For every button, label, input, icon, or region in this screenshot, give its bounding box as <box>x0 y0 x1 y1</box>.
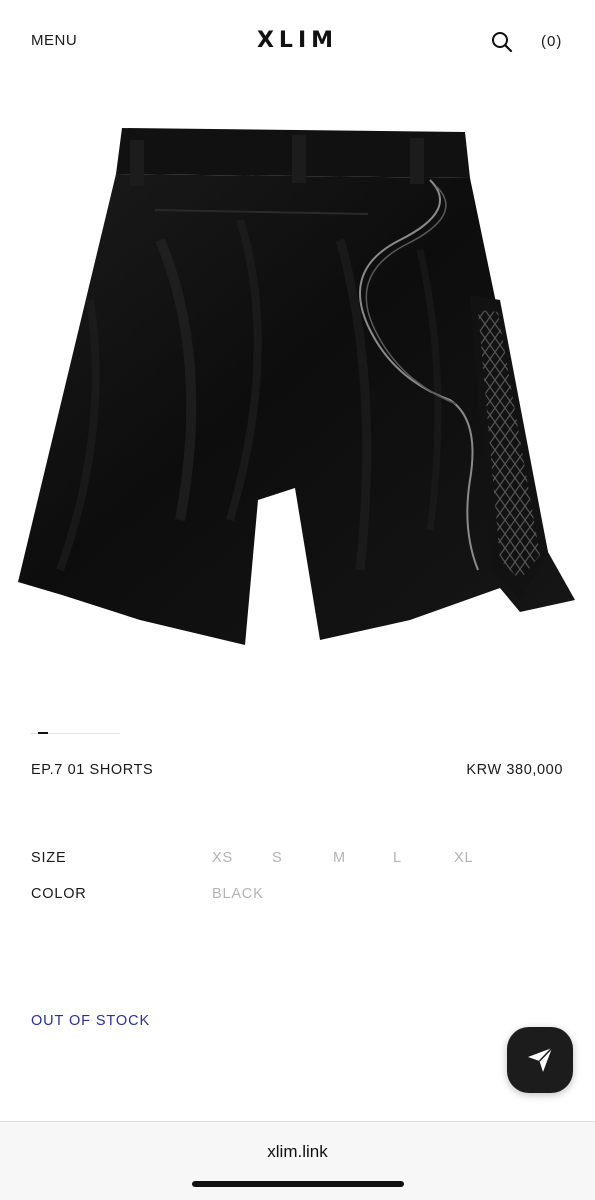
size-option-m[interactable]: M <box>333 850 346 866</box>
product-name: EP.7 01 SHORTS <box>31 762 154 778</box>
search-icon[interactable] <box>490 30 514 54</box>
browser-url-bar[interactable]: xlim.link <box>0 1121 595 1200</box>
url-text[interactable]: xlim.link <box>0 1142 595 1162</box>
product-price: KRW 380,000 <box>466 762 563 778</box>
color-option-black[interactable]: BLACK <box>212 886 264 902</box>
site-header: MENU XLIM (0) <box>0 0 595 80</box>
share-button[interactable] <box>507 1027 573 1093</box>
product-image[interactable] <box>0 100 595 670</box>
stock-status: OUT OF STOCK <box>31 1013 151 1029</box>
image-slider-indicator <box>38 732 48 734</box>
size-option-xl[interactable]: XL <box>454 850 473 866</box>
send-icon <box>528 1047 553 1072</box>
cart-button[interactable]: (0) <box>541 33 562 50</box>
size-option-l[interactable]: L <box>393 850 402 866</box>
color-label: COLOR <box>31 886 87 902</box>
home-indicator <box>192 1181 404 1187</box>
size-option-xs[interactable]: XS <box>212 850 233 866</box>
size-option-s[interactable]: S <box>272 850 282 866</box>
size-label: SIZE <box>31 850 67 866</box>
